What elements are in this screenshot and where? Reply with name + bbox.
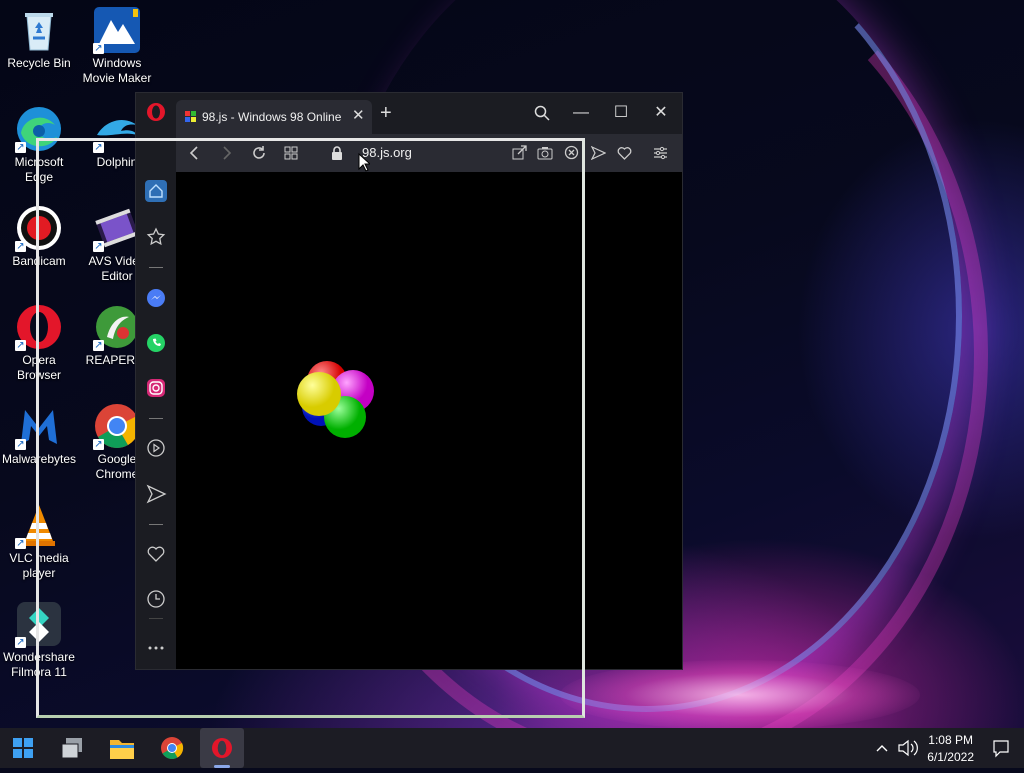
desktop-icon-label: Wondershare Filmora 11: [3, 650, 75, 679]
recycle-bin-icon: [15, 6, 63, 54]
close-window-button[interactable]: ✕: [648, 101, 674, 125]
maximize-button[interactable]: ☐: [608, 101, 634, 125]
history-icon[interactable]: [145, 588, 167, 610]
desktop-icon-label: Windows Movie Maker: [82, 56, 152, 85]
heart-icon[interactable]: [145, 543, 167, 565]
desktop-icon-vlc[interactable]: ↗ VLC media player: [0, 495, 78, 581]
opera-icon[interactable]: [200, 728, 244, 768]
file-explorer-icon[interactable]: [102, 728, 142, 768]
snapshot-icon[interactable]: [535, 143, 555, 163]
new-tab-button[interactable]: +: [380, 103, 392, 123]
taskbar: 1:08 PM 6/1/2022: [0, 728, 1024, 768]
tab-98js[interactable]: 98.js - Windows 98 Online ✕: [176, 100, 372, 134]
bandicam-icon: ↗: [15, 204, 63, 252]
sidebar-separator: [149, 618, 163, 619]
back-icon[interactable]: [184, 143, 204, 163]
dolphin-icon: ↗: [93, 105, 141, 153]
minimize-button[interactable]: —: [568, 101, 594, 125]
search-tabs-icon[interactable]: [529, 101, 555, 125]
close-tab-button[interactable]: ✕: [352, 108, 365, 124]
reload-icon[interactable]: [249, 143, 269, 163]
opera-browser-window[interactable]: 98.js - Windows 98 Online ✕ + — ☐ ✕ 98.j…: [136, 93, 682, 669]
clock-time: 1:08 PM: [928, 733, 973, 747]
desktop-icon-label: Microsoft Edge: [14, 155, 64, 184]
desktop-icon-label: Opera Browser: [16, 353, 61, 382]
chrome-icon[interactable]: [152, 728, 192, 768]
easy-setup-icon[interactable]: [650, 143, 670, 163]
mouse-cursor-icon: [358, 152, 372, 172]
desktop-icon-bandicam[interactable]: ↗ Bandicam: [0, 198, 78, 269]
desktop-icon-edge[interactable]: ↗ Microsoft Edge: [0, 99, 78, 185]
flow-icon[interactable]: [588, 143, 608, 163]
malwarebytes-icon: ↗: [15, 402, 63, 450]
task-view-icon[interactable]: [52, 728, 92, 768]
desktop-icon-label: Malwarebytes: [1, 452, 77, 466]
address-toolbar: 98.js.org: [176, 134, 682, 172]
desktop-icon-filmora[interactable]: ↗ Wondershare Filmora 11: [0, 594, 78, 680]
opera-menu-icon[interactable]: [146, 102, 166, 122]
show-hidden-icons-icon[interactable]: [870, 728, 894, 768]
volume-icon[interactable]: [894, 728, 922, 768]
bookmark-heart-icon[interactable]: [614, 143, 634, 163]
desktop-icon-label: Recycle Bin: [7, 56, 71, 70]
windows98-favicon-icon: [184, 110, 198, 124]
windows98-loading-balls: [291, 355, 381, 445]
send-icon[interactable]: [145, 483, 167, 505]
tab-bar: 98.js - Windows 98 Online ✕ + — ☐ ✕: [136, 93, 682, 134]
start-icon[interactable]: [3, 728, 43, 768]
desktop-icon-movie-maker[interactable]: ↗ Windows Movie Maker: [78, 0, 156, 86]
vlc-icon: ↗: [15, 501, 63, 549]
instagram-icon[interactable]: [145, 377, 167, 399]
filmora-icon: ↗: [15, 600, 63, 648]
desktop-icon-label: Bandicam: [12, 254, 66, 268]
tabs-grid-icon[interactable]: [281, 143, 301, 163]
movie-maker-icon: ↗: [93, 6, 141, 54]
desktop-icon-label: VLC media player: [9, 551, 69, 580]
opera-sidebar: [136, 134, 176, 669]
sidebar-separator: [149, 267, 163, 268]
clock-date: 6/1/2022: [927, 750, 974, 764]
reaper-icon: ↗: [93, 303, 141, 351]
star-icon[interactable]: [145, 226, 167, 248]
opera-icon: ↗: [15, 303, 63, 351]
notifications-icon[interactable]: [986, 728, 1016, 768]
ad-block-icon[interactable]: [561, 143, 581, 163]
home-icon[interactable]: [145, 180, 167, 202]
edge-icon: ↗: [15, 105, 63, 153]
tab-title: 98.js - Windows 98 Online: [202, 110, 342, 124]
sidebar-separator: [149, 524, 163, 525]
forward-icon[interactable]: [217, 143, 237, 163]
chrome-icon: ↗: [93, 402, 141, 450]
player-icon[interactable]: [145, 437, 167, 459]
page-viewport[interactable]: [176, 172, 682, 669]
desktop-icon-opera[interactable]: ↗ Opera Browser: [0, 297, 78, 383]
desktop-icon-recycle-bin[interactable]: Recycle Bin: [0, 0, 78, 71]
more-icon[interactable]: [145, 637, 167, 659]
whatsapp-icon[interactable]: [145, 332, 167, 354]
lock-icon[interactable]: [327, 143, 347, 163]
messenger-icon[interactable]: [145, 287, 167, 309]
avs-video-editor-icon: ↗: [93, 204, 141, 252]
sidebar-separator: [149, 418, 163, 419]
taskbar-clock[interactable]: 1:08 PM 6/1/2022: [927, 732, 974, 766]
desktop-icon-malwarebytes[interactable]: ↗ Malwarebytes: [0, 396, 78, 467]
share-icon[interactable]: [509, 143, 529, 163]
